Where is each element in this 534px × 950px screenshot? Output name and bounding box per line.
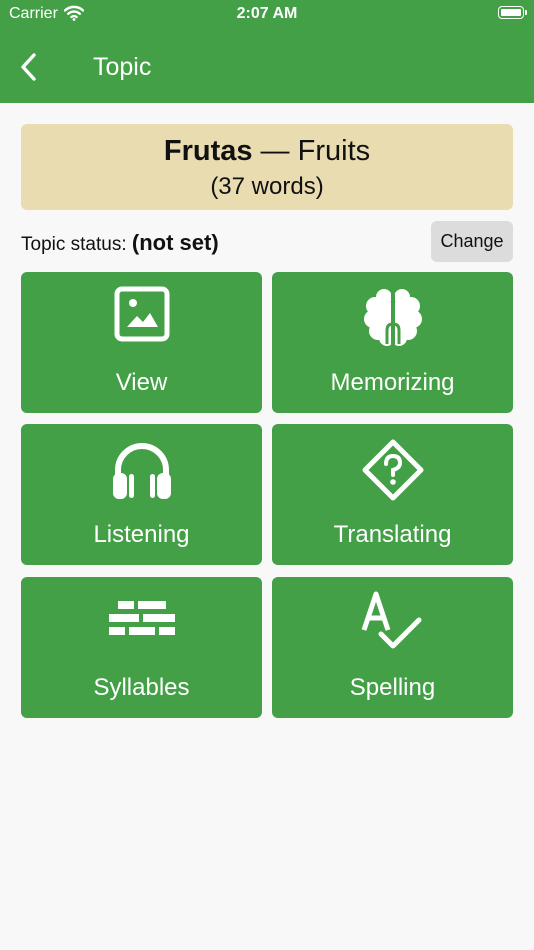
tile-label: Translating <box>333 521 452 548</box>
battery-icon <box>498 6 527 19</box>
topic-card: Frutas — Fruits (37 words) <box>21 124 513 210</box>
tile-label: Listening <box>93 521 190 548</box>
translating-tile[interactable]: Translating <box>272 424 513 565</box>
topic-title: Frutas — Fruits <box>21 135 513 168</box>
status-label: Topic status: <box>21 234 132 255</box>
clock: 2:07 AM <box>236 5 298 22</box>
spelling-tile[interactable]: Spelling <box>272 577 513 718</box>
tile-label: Syllables <box>93 674 190 701</box>
tile-label: Memorizing <box>330 369 455 396</box>
chevron-left-icon <box>21 53 36 81</box>
topic-name: Frutas <box>163 135 253 167</box>
syllables-tile[interactable]: Syllables <box>21 577 262 718</box>
image-icon <box>21 286 262 350</box>
question-diamond-icon <box>272 438 513 502</box>
topic-translation: Fruits <box>297 135 371 167</box>
app-header: Carrier 2:07 AM Topic <box>0 0 534 103</box>
page-title: Topic <box>93 53 152 81</box>
topic-status: Topic status: (not set) <box>21 230 219 256</box>
bricks-icon <box>21 591 262 655</box>
back-button[interactable] <box>16 52 42 82</box>
view-tile[interactable]: View <box>21 272 262 413</box>
brain-icon <box>272 286 513 350</box>
memorizing-tile[interactable]: Memorizing <box>272 272 513 413</box>
tile-label: View <box>115 369 168 396</box>
change-status-button[interactable]: Change <box>431 221 513 262</box>
spell-check-icon <box>272 591 513 655</box>
topic-dash: — <box>252 135 298 167</box>
listening-tile[interactable]: Listening <box>21 424 262 565</box>
status-value: (not set) <box>131 230 219 255</box>
headphones-icon <box>21 438 262 502</box>
tile-label: Spelling <box>349 674 436 701</box>
word-count: (37 words) <box>210 173 324 200</box>
status-bar: Carrier 2:07 AM <box>0 0 534 28</box>
